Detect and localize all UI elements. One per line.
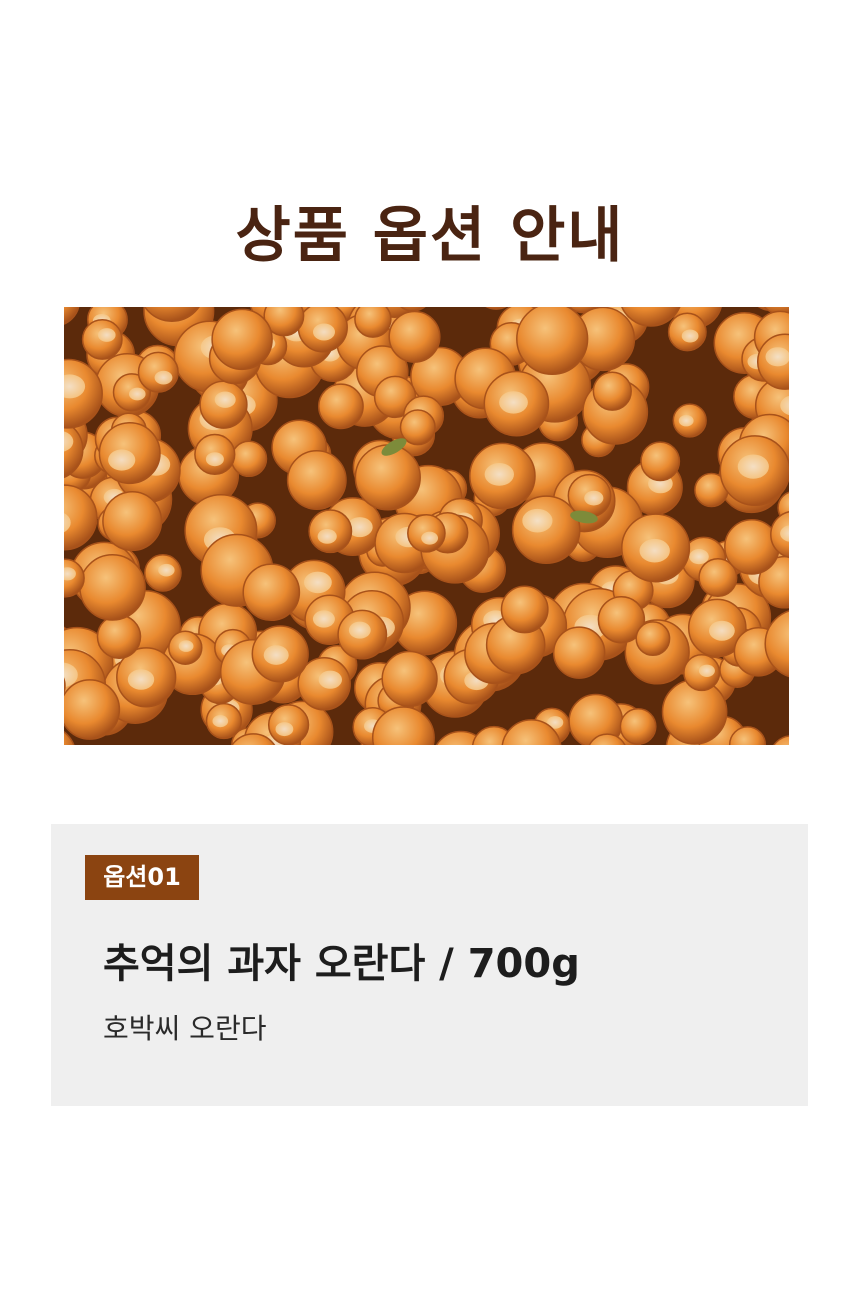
product-photo <box>64 307 789 745</box>
page-title: 상품 옵션 안내 <box>235 201 625 271</box>
option-badge: 옵션01 <box>85 855 199 900</box>
option-name: 추억의 과자 오란다 / 700g <box>103 941 580 987</box>
option-description: 호박씨 오란다 <box>103 1012 267 1045</box>
option-card: 옵션01 추억의 과자 오란다 / 700g 호박씨 오란다 <box>51 824 808 1106</box>
product-photo-image <box>64 307 789 745</box>
